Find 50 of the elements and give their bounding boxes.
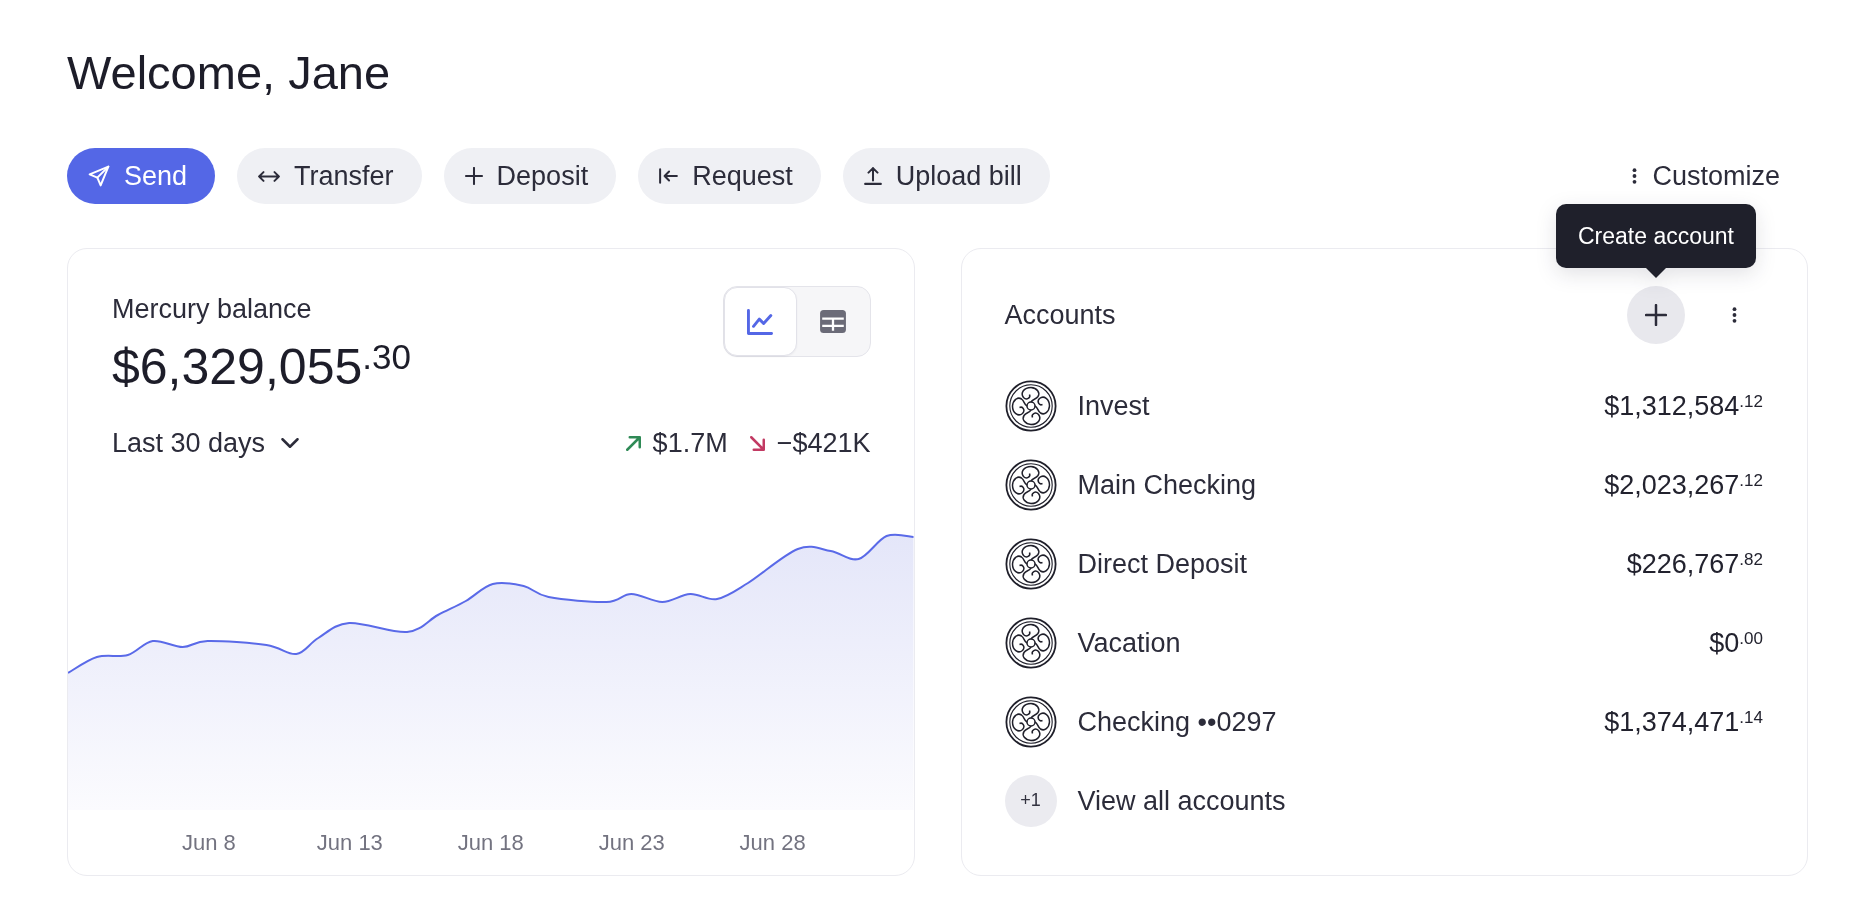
deposit-button[interactable]: Deposit bbox=[443, 148, 617, 204]
table-icon bbox=[820, 310, 846, 333]
balance-amount: $6,329,055$^{.30}$ bbox=[112, 337, 411, 397]
line-chart-icon bbox=[747, 308, 773, 335]
account-balance: $226,767$^{.82}$ bbox=[1626, 547, 1763, 580]
axis-label: Jun 8 bbox=[182, 829, 236, 857]
money-in-amount: $1.7M bbox=[652, 427, 728, 459]
account-name[interactable]: Main Checking bbox=[1077, 468, 1584, 501]
account-balance: $1,374,471$^{.14}$ bbox=[1604, 705, 1763, 738]
transfer-button[interactable]: Transfer bbox=[237, 148, 422, 204]
customize-button[interactable]: Customize bbox=[1632, 160, 1780, 192]
axis-label: Jun 28 bbox=[739, 829, 806, 857]
create-account-tooltip: Create account bbox=[1556, 204, 1756, 278]
more-count-badge: +1 bbox=[1004, 774, 1057, 827]
account-balance: $0$^{.00}$ bbox=[1709, 626, 1763, 659]
greeting-title: Welcome, Jane bbox=[67, 45, 392, 101]
chevron-down-icon bbox=[281, 438, 300, 448]
plus-icon bbox=[464, 167, 483, 185]
arrow-to-bar-icon bbox=[659, 168, 679, 184]
account-name[interactable]: Vacation bbox=[1077, 626, 1689, 659]
left-right-arrow-icon bbox=[258, 170, 281, 182]
account-name[interactable]: Checking ••0297 bbox=[1077, 705, 1584, 738]
paper-plane-icon bbox=[88, 165, 110, 187]
upload-icon bbox=[863, 167, 882, 185]
account-name[interactable]: Direct Deposit bbox=[1077, 547, 1606, 580]
period-dropdown[interactable]: Last 30 days bbox=[112, 427, 300, 459]
arrow-up-right-icon bbox=[625, 435, 641, 451]
money-out-amount: −$421K bbox=[776, 427, 871, 459]
card-title: Accounts bbox=[1004, 299, 1117, 331]
axis-label: Jun 23 bbox=[598, 829, 665, 857]
account-balance: $2,023,267$^{.12}$ bbox=[1604, 468, 1763, 501]
account-balance: $1,312,584$^{.12}$ bbox=[1604, 389, 1763, 422]
swirl-emblem-icon bbox=[1004, 379, 1057, 432]
swirl-emblem-icon bbox=[1004, 616, 1057, 669]
send-button[interactable]: Send bbox=[67, 148, 216, 204]
upload-bill-button[interactable]: Upload bill bbox=[842, 148, 1050, 204]
vertical-dots-icon bbox=[1731, 306, 1737, 324]
swirl-emblem-icon bbox=[1004, 537, 1057, 590]
swirl-emblem-icon bbox=[1004, 458, 1057, 511]
request-button[interactable]: Request bbox=[638, 148, 821, 204]
vertical-dots-icon bbox=[1632, 167, 1638, 185]
account-name[interactable]: Invest bbox=[1077, 389, 1584, 422]
axis-label: Jun 13 bbox=[316, 829, 383, 857]
view-all-accounts-link[interactable]: View all accounts bbox=[1077, 784, 1286, 817]
swirl-emblem-icon bbox=[1004, 695, 1057, 748]
arrow-down-right-icon bbox=[749, 435, 765, 451]
axis-label: Jun 18 bbox=[457, 829, 524, 857]
chart-view-button[interactable] bbox=[723, 287, 797, 356]
card-title: Mercury balance bbox=[112, 293, 313, 325]
plus-icon bbox=[1645, 304, 1667, 326]
